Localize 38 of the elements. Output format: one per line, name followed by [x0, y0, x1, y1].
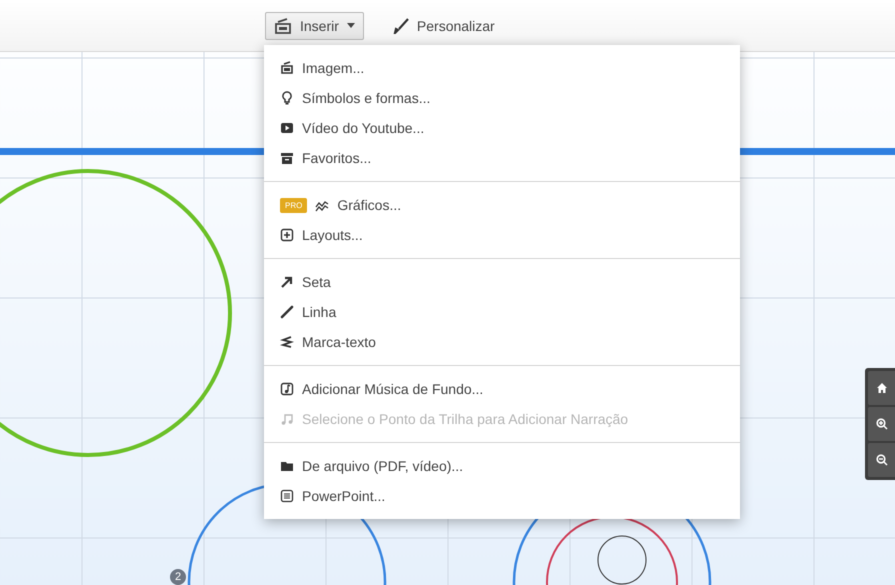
menu-item[interactable]: Linha: [264, 297, 740, 327]
step-badge: 2: [170, 569, 186, 585]
chart-line-icon: [315, 198, 330, 212]
zoom-out-icon: [876, 454, 888, 466]
menu-item[interactable]: Favoritos...: [264, 143, 740, 173]
arrow-icon: [280, 275, 294, 289]
home-button[interactable]: [868, 371, 895, 405]
menu-item[interactable]: Layouts...: [264, 220, 740, 250]
menu-item[interactable]: Vídeo do Youtube...: [264, 113, 740, 143]
picture-icon: [274, 18, 292, 34]
music-note-icon: [280, 412, 294, 426]
caret-icon: [346, 23, 355, 28]
menu-item[interactable]: Adicionar Música de Fundo...: [264, 374, 740, 404]
plus-square-icon: [280, 228, 294, 242]
menu-item[interactable]: PowerPoint...: [264, 481, 740, 511]
menu-item[interactable]: Seta: [264, 267, 740, 297]
menu-item[interactable]: Símbolos e formas...: [264, 83, 740, 113]
zoom-out-button[interactable]: [868, 443, 895, 477]
home-icon: [876, 382, 888, 394]
folder-icon: [280, 459, 294, 473]
line-icon: [280, 305, 294, 319]
zoom-in-button[interactable]: [868, 407, 895, 441]
pro-badge: PRO: [280, 198, 308, 212]
menu-item[interactable]: De arquivo (PDF, vídeo)...: [264, 451, 740, 481]
picture-icon: [280, 61, 294, 75]
brush-icon: [392, 18, 409, 34]
lightbulb-icon: [280, 91, 294, 105]
menu-item[interactable]: Imagem...: [264, 53, 740, 83]
music-note-icon: [280, 382, 294, 396]
list-icon: [280, 489, 294, 503]
insert-button[interactable]: Inserir: [265, 12, 364, 40]
zoom-in-icon: [876, 418, 888, 430]
archive-icon: [280, 151, 294, 165]
customize-button[interactable]: Personalizar: [384, 12, 504, 40]
menu-item[interactable]: Marca-texto: [264, 327, 740, 357]
play-icon: [280, 121, 294, 135]
menu-item[interactable]: PRO Gráficos...: [264, 190, 740, 220]
scribble-icon: [280, 335, 294, 349]
